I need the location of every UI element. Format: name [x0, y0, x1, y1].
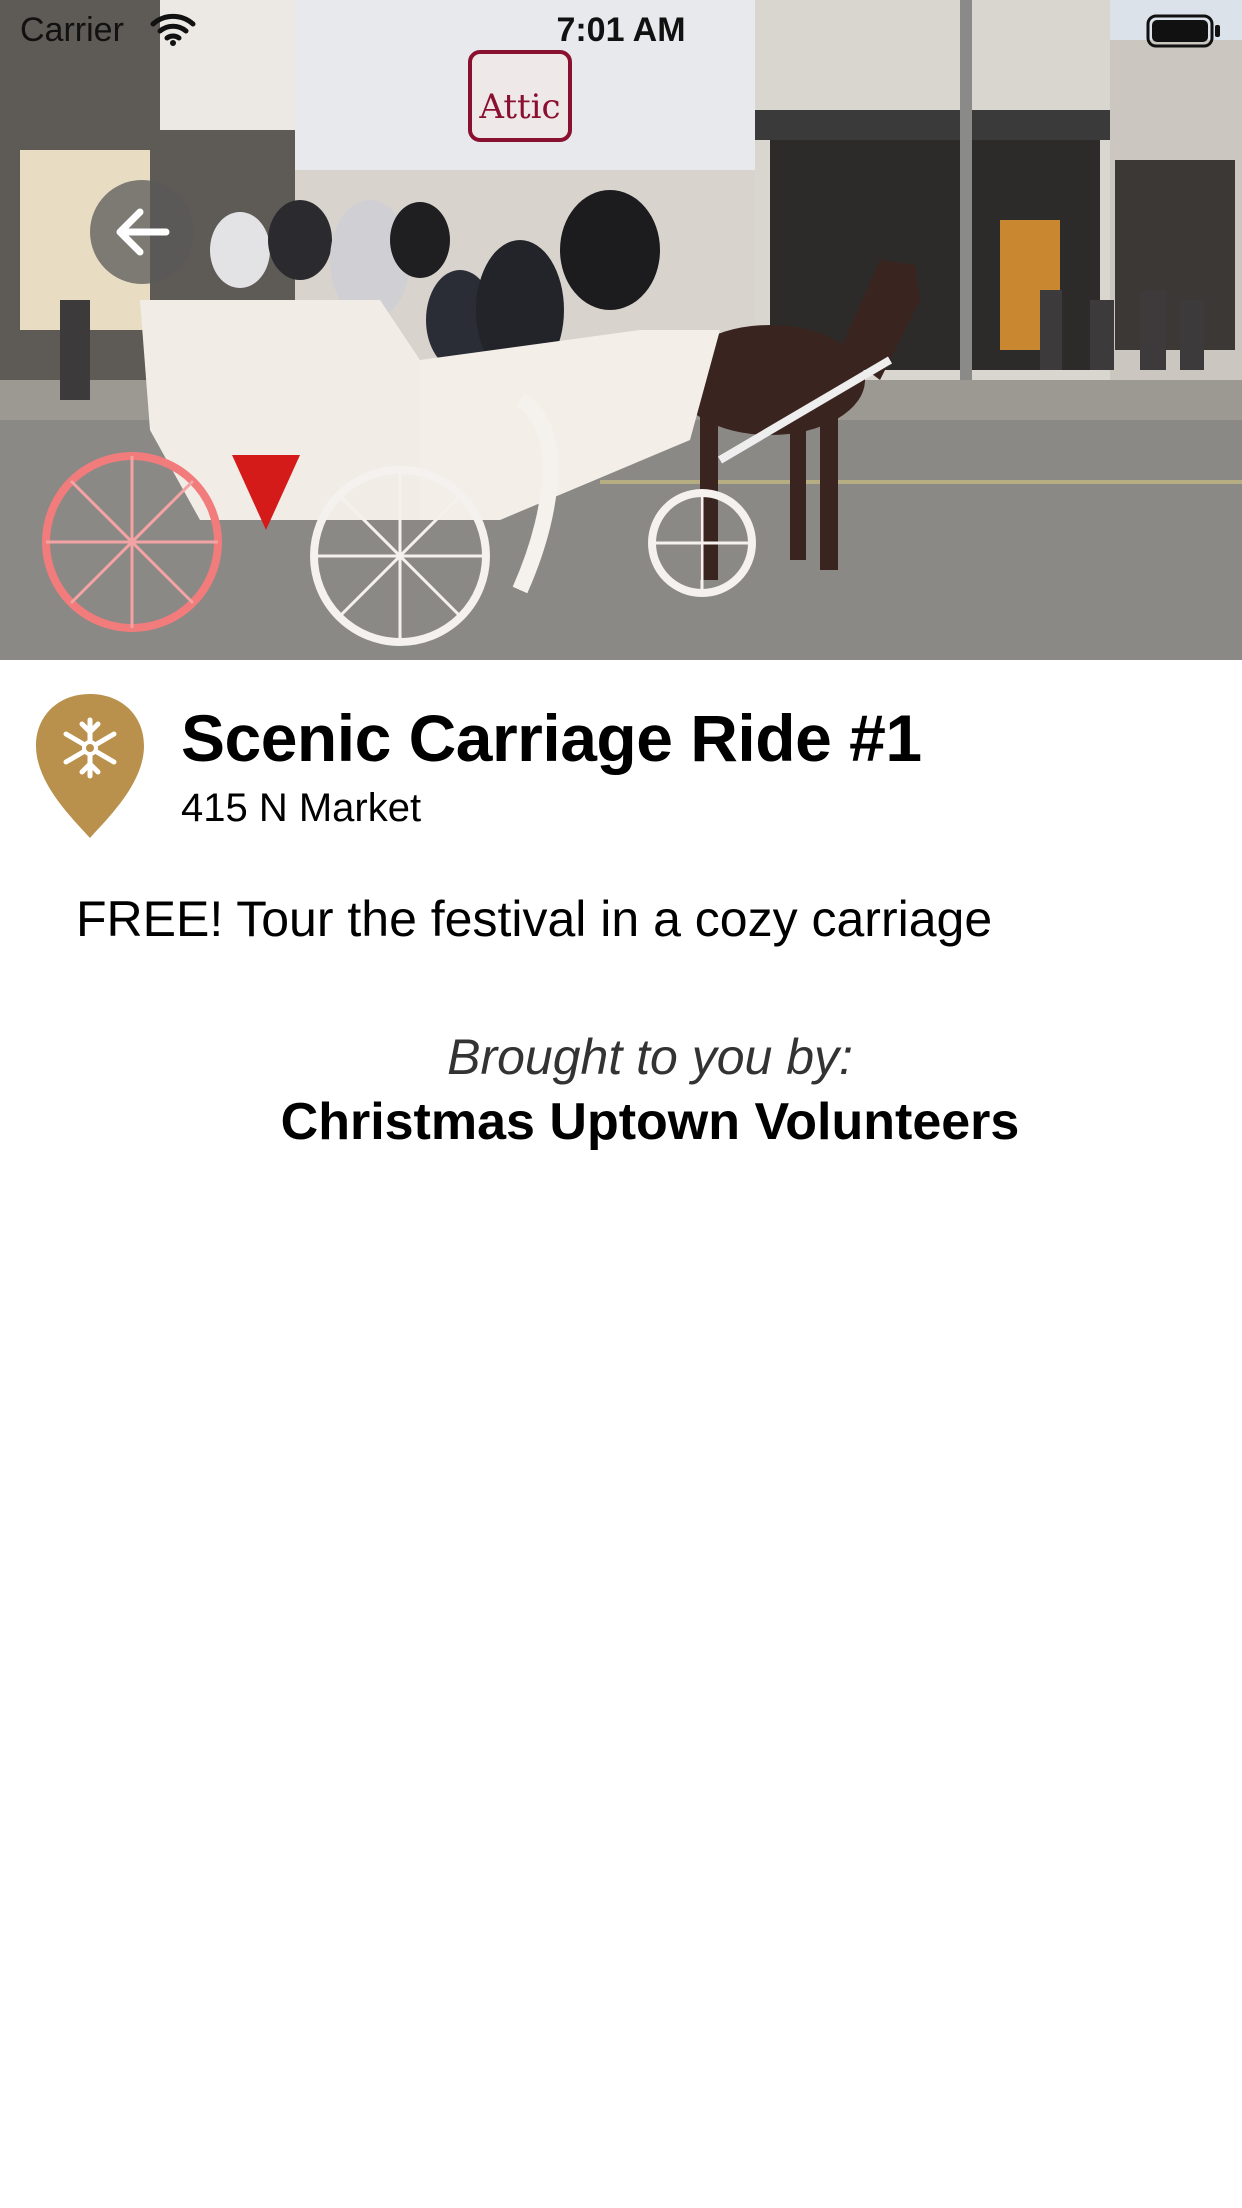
- attic-sign: Attic: [478, 87, 560, 127]
- sponsor-intro: Brought to you by:: [447, 1029, 853, 1085]
- snowflake-pin-icon: [34, 692, 146, 840]
- event-description: FREE! Tour the festival in a cozy carria…: [76, 891, 993, 947]
- sponsor-name: Christmas Uptown Volunteers: [280, 1093, 1020, 1151]
- arrow-left-icon: [116, 208, 170, 256]
- hero-image: Attic: [0, 0, 1242, 660]
- carriage-photo: Attic: [0, 0, 1242, 660]
- event-address: 415 N Market: [181, 786, 422, 830]
- event-title: Scenic Carriage Ride #1: [181, 701, 922, 775]
- back-button[interactable]: [90, 180, 194, 284]
- battery-icon: [1146, 14, 1222, 53]
- status-time: 7:01 AM: [556, 11, 686, 49]
- status-bar: Carrier 7:01 AM: [0, 0, 1242, 60]
